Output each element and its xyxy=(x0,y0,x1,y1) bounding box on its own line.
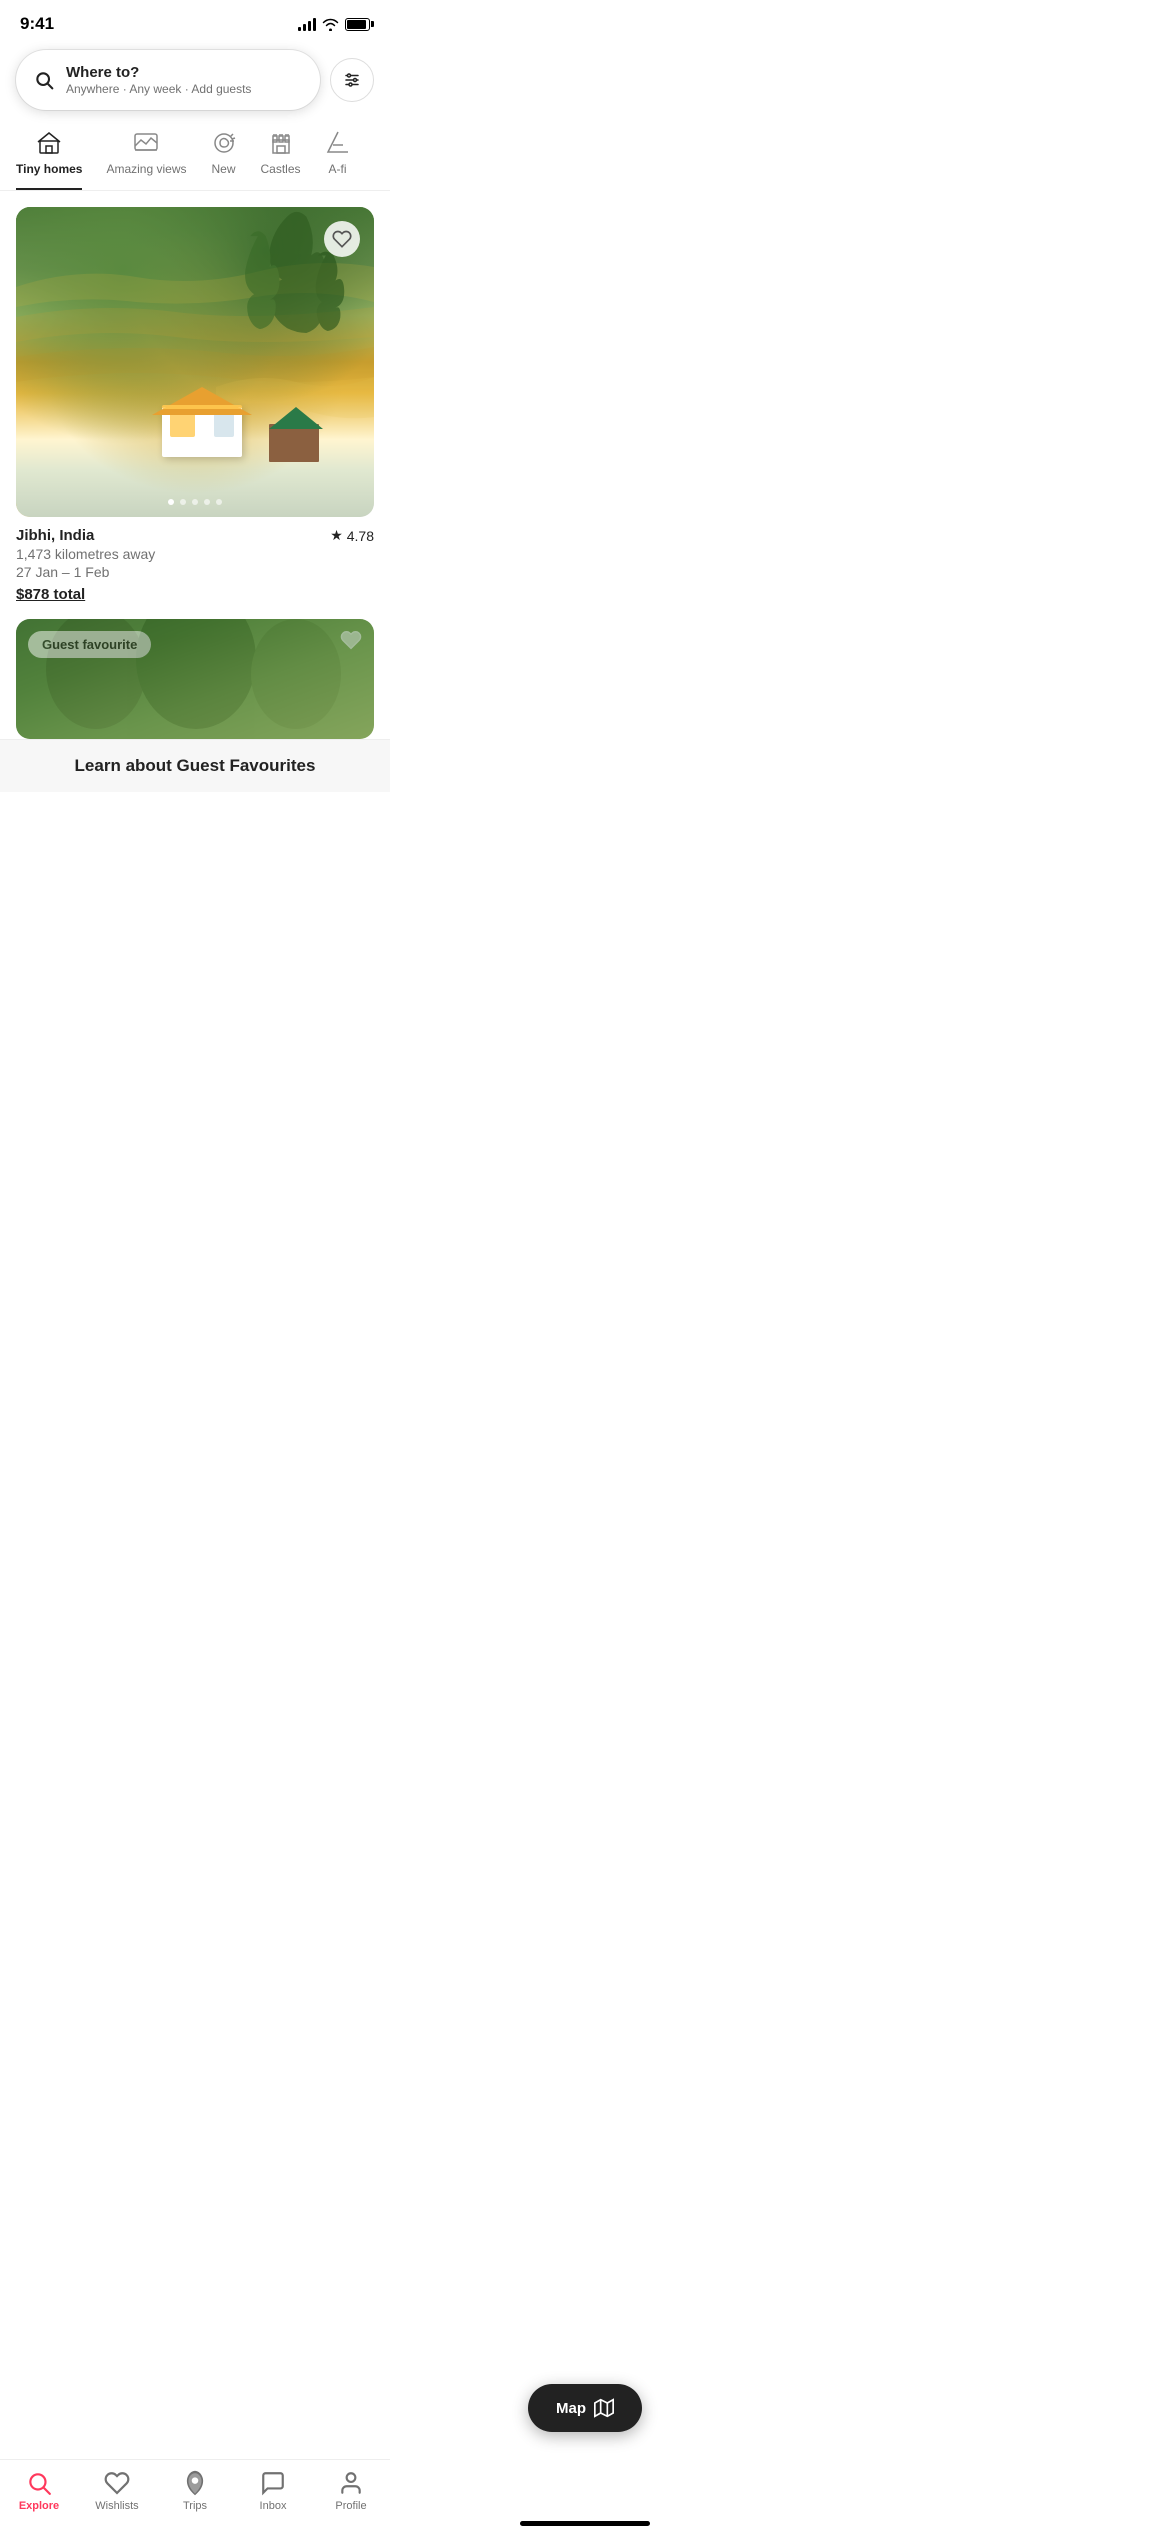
listing-rating: ★ 4.78 xyxy=(330,527,374,544)
tab-amazing-views[interactable]: Amazing views xyxy=(106,122,186,190)
a-frames-icon xyxy=(325,130,351,156)
tab-a-frames-label: A-fi xyxy=(329,162,347,176)
tab-new[interactable]: New xyxy=(211,122,237,190)
nav-inbox-label: Inbox xyxy=(260,2500,287,2512)
map-icon xyxy=(594,2398,614,2418)
listing-header: Jibhi, India ★ 4.78 xyxy=(16,527,374,544)
wishlists-icon xyxy=(104,2470,130,2496)
listing-price: $878 total xyxy=(16,586,374,603)
nav-wishlists-label: Wishlists xyxy=(95,2500,138,2512)
listing-price-value: $878 total xyxy=(16,586,85,603)
amazing-views-icon xyxy=(133,130,159,156)
tab-a-frames[interactable]: A-fi xyxy=(325,122,351,190)
image-dots xyxy=(168,499,222,505)
map-button[interactable]: Map xyxy=(528,2384,642,2432)
listing-card[interactable]: Jibhi, India ★ 4.78 1,473 kilometres awa… xyxy=(0,191,390,619)
nav-profile[interactable]: Profile xyxy=(321,2470,381,2512)
nav-trips[interactable]: Trips xyxy=(165,2470,225,2512)
nav-trips-label: Trips xyxy=(183,2500,207,2512)
status-icons xyxy=(298,17,370,31)
bottom-nav: Explore Wishlists Trips Inbox xyxy=(0,2459,390,2532)
tab-tiny-homes-label: Tiny homes xyxy=(16,162,82,176)
tab-castles-label: Castles xyxy=(261,162,301,176)
tab-amazing-views-label: Amazing views xyxy=(106,162,186,176)
home-indicator xyxy=(520,2521,650,2526)
tab-castles[interactable]: Castles xyxy=(261,122,301,190)
search-text: Where to? Anywhere · Any week · Add gues… xyxy=(66,64,251,96)
wishlist-button[interactable] xyxy=(324,221,360,257)
wifi-icon xyxy=(322,18,339,31)
battery-icon xyxy=(345,18,370,31)
tab-new-label: New xyxy=(211,162,235,176)
tab-tiny-homes[interactable]: Tiny homes xyxy=(16,122,82,190)
nav-explore[interactable]: Explore xyxy=(9,2470,69,2512)
listing-image xyxy=(16,207,374,517)
rating-value: 4.78 xyxy=(347,528,374,544)
search-main-label: Where to? xyxy=(66,64,251,81)
nav-wishlists[interactable]: Wishlists xyxy=(87,2470,147,2512)
search-bar[interactable]: Where to? Anywhere · Any week · Add gues… xyxy=(16,50,320,110)
profile-icon xyxy=(338,2470,364,2496)
dot-1 xyxy=(168,499,174,505)
status-time: 9:41 xyxy=(20,14,54,34)
status-bar: 9:41 xyxy=(0,0,390,42)
signal-icon xyxy=(298,17,316,31)
explore-icon xyxy=(26,2470,52,2496)
guest-fav-text: Learn about Guest Favourites xyxy=(75,756,316,775)
listing-location: Jibhi, India xyxy=(16,527,94,544)
star-icon: ★ xyxy=(330,527,343,544)
category-tabs: Tiny homes Amazing views New xyxy=(0,122,390,191)
search-container: Where to? Anywhere · Any week · Add gues… xyxy=(0,42,390,122)
nav-explore-label: Explore xyxy=(19,2500,59,2512)
inbox-icon xyxy=(260,2470,286,2496)
listing-distance: 1,473 kilometres away xyxy=(16,546,374,562)
nav-inbox[interactable]: Inbox xyxy=(243,2470,303,2512)
dot-4 xyxy=(204,499,210,505)
new-icon xyxy=(211,130,237,156)
map-label: Map xyxy=(556,2400,586,2417)
listing-dates: 27 Jan – 1 Feb xyxy=(16,564,374,580)
dot-3 xyxy=(192,499,198,505)
dot-5 xyxy=(216,499,222,505)
listing-info: Jibhi, India ★ 4.78 1,473 kilometres awa… xyxy=(16,517,374,619)
second-listing-card[interactable]: Guest favourite xyxy=(16,619,374,739)
filter-button[interactable] xyxy=(330,58,374,102)
trips-icon xyxy=(182,2470,208,2496)
guest-fav-banner[interactable]: Learn about Guest Favourites xyxy=(0,739,390,792)
tiny-homes-icon xyxy=(36,130,62,156)
search-icon xyxy=(34,70,54,90)
search-sub-label: Anywhere · Any week · Add guests xyxy=(66,82,251,96)
nav-profile-label: Profile xyxy=(335,2500,366,2512)
map-button-wrap: Map xyxy=(528,2384,642,2432)
dot-2 xyxy=(180,499,186,505)
castles-icon xyxy=(268,130,294,156)
